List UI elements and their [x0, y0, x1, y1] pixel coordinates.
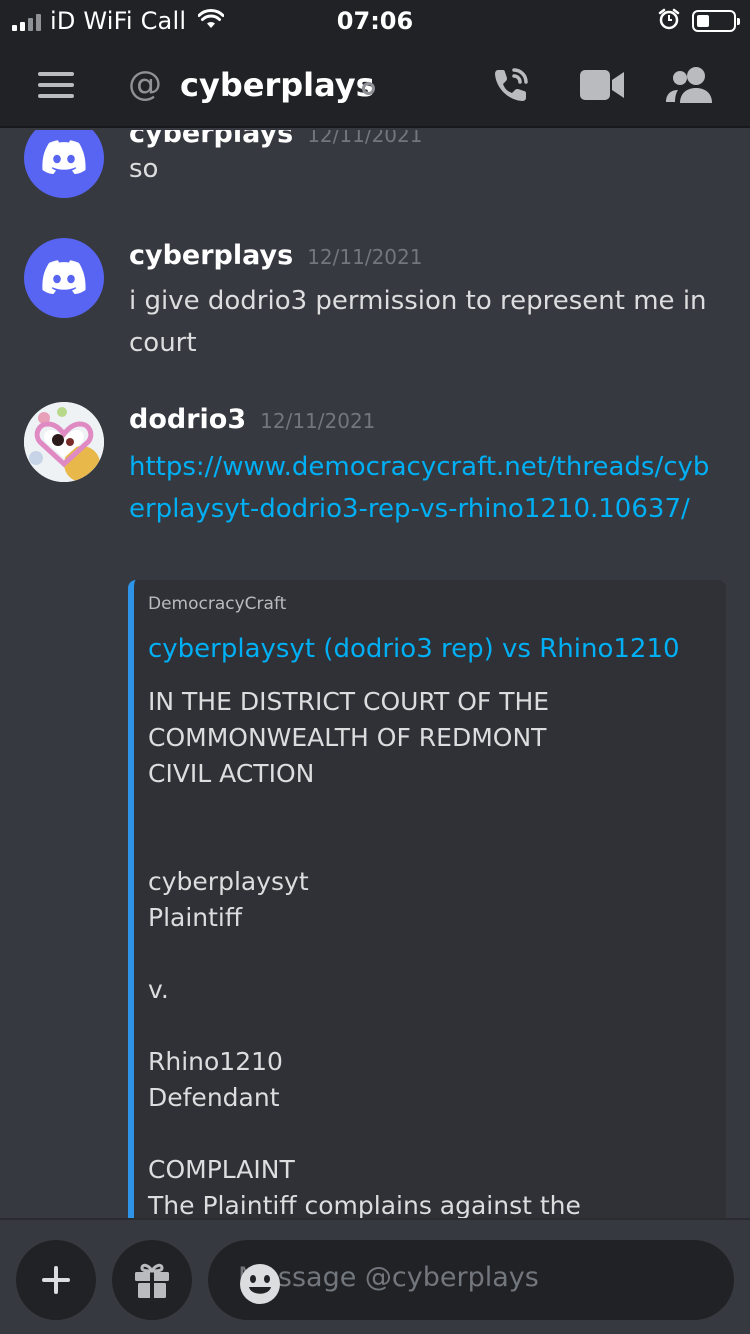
embed-line: CIVIL ACTION	[148, 759, 315, 788]
timestamp: 12/11/2021	[307, 130, 423, 147]
add-attachment-button[interactable]	[16, 1240, 96, 1320]
status-bar: iD WiFi Call 07:06	[0, 0, 750, 42]
embed-line: cyberplaysyt	[148, 867, 309, 896]
username: dodrio3	[129, 404, 247, 435]
timestamp: 12/11/2021	[307, 245, 423, 269]
gift-icon	[135, 1263, 169, 1298]
embed-description: IN THE DISTRICT COURT OF THE COMMONWEALT…	[148, 684, 718, 1218]
gift-button[interactable]	[112, 1240, 192, 1320]
embed-line	[148, 828, 718, 864]
embed-line: COMMONWEALTH OF REDMONT	[148, 723, 547, 752]
message-text: so	[129, 154, 159, 184]
embed-line: COMPLAINT	[148, 1155, 295, 1184]
timestamp: 12/11/2021	[260, 409, 376, 433]
embed-line: Rhino1210	[148, 1047, 283, 1076]
embed-line	[148, 1116, 718, 1152]
avatar[interactable]	[24, 238, 104, 318]
channel-header: @ cyberplays	[0, 42, 750, 128]
embed-line: Defendant	[148, 1083, 280, 1112]
voice-call-icon[interactable]	[490, 64, 532, 110]
alarm-icon	[658, 8, 680, 34]
message-author[interactable]: dodrio3 12/11/2021	[129, 404, 375, 435]
message-list[interactable]: cyberplays 12/11/2021 so cyberplays 12/11/…	[0, 130, 750, 1218]
embed-title[interactable]: cyberplaysyt (dodrio3 rep) vs Rhino1210	[148, 634, 680, 664]
embed-line: IN THE DISTRICT COURT OF THE	[148, 687, 550, 716]
message-link[interactable]: https://www.democracycraft.net/threads/c…	[129, 446, 719, 530]
status-right	[658, 8, 740, 34]
message-text: i give dodrio3 permission to represent m…	[129, 286, 707, 358]
emoji-picker-icon[interactable]	[238, 1262, 714, 1313]
battery-icon	[692, 10, 740, 32]
discord-logo-icon	[42, 140, 86, 174]
video-call-icon[interactable]	[580, 70, 624, 104]
clock: 07:06	[336, 7, 414, 35]
username: cyberplays	[129, 130, 294, 149]
embed-provider[interactable]: DemocracyCraft	[148, 594, 286, 614]
channel-title: cyberplays	[180, 66, 375, 104]
username: cyberplays	[129, 240, 294, 271]
user-avatar-image-icon	[24, 402, 104, 482]
at-icon: @	[128, 64, 162, 104]
message-composer: Message @cyberplays	[0, 1218, 750, 1334]
menu-icon[interactable]	[38, 72, 74, 98]
members-icon[interactable]	[666, 66, 714, 108]
link-embed: DemocracyCraft cyberplaysyt (dodrio3 rep…	[128, 580, 726, 1218]
avatar[interactable]	[24, 402, 104, 482]
embed-line	[148, 1008, 718, 1044]
embed-line	[148, 936, 718, 972]
offline-status-icon	[362, 82, 375, 95]
discord-logo-icon	[42, 260, 86, 294]
embed-line	[148, 792, 718, 828]
message-input[interactable]: Message @cyberplays	[208, 1240, 734, 1320]
avatar[interactable]	[24, 130, 104, 198]
message-author[interactable]: cyberplays 12/11/2021	[129, 130, 422, 149]
embed-line: The Plaintiff complains against the Defe…	[148, 1191, 581, 1218]
message-author[interactable]: cyberplays 12/11/2021	[129, 240, 422, 271]
embed-line: Plaintiff	[148, 903, 243, 932]
embed-line: v.	[148, 975, 169, 1004]
